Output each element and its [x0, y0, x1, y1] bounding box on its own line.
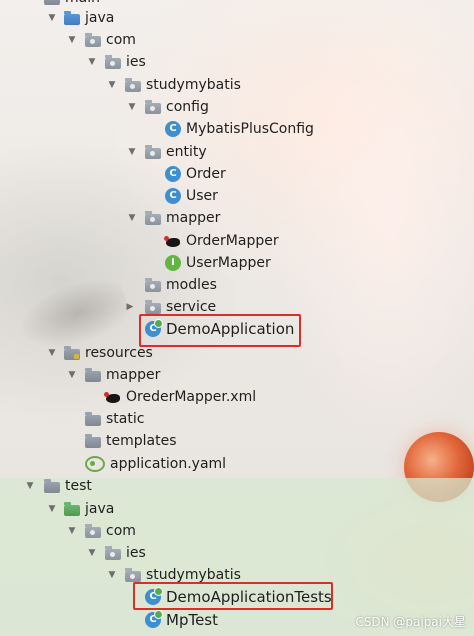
folder-icon [85, 368, 101, 382]
package-icon [145, 100, 161, 114]
tree-node-label: templates [106, 433, 177, 449]
folder-icon [44, 479, 60, 493]
tree-node-label: UserMapper [186, 255, 271, 271]
tree-node-label: entity [166, 144, 207, 160]
tree-node-label: resources [85, 345, 153, 361]
expand-arrow-icon[interactable]: ▼ [106, 569, 118, 581]
tree-node-label: OrederMapper.xml [126, 389, 257, 405]
tree-node-resources[interactable]: resources [64, 342, 153, 364]
tree-node-ordermapper[interactable]: OrderMapper [164, 230, 279, 252]
expand-arrow-icon[interactable]: ▼ [66, 369, 78, 381]
tree-node-label: OrderMapper [186, 233, 279, 249]
folder-icon [85, 412, 101, 426]
mybatis-icon [164, 236, 181, 248]
package-icon [145, 145, 161, 159]
tree-node-mybatisplusconfig[interactable]: C MybatisPlusConfig [165, 118, 314, 140]
highlight-box-demoapplication [139, 314, 301, 347]
tree-node-oredermapper-xml[interactable]: OrederMapper.xml [104, 386, 257, 408]
expand-arrow-icon[interactable]: ▼ [46, 347, 58, 359]
tree-node-label: MybatisPlusConfig [186, 121, 314, 137]
tree-node-com[interactable]: com [85, 29, 136, 51]
expand-arrow-icon[interactable]: ▼ [46, 12, 58, 24]
tree-node-application-yaml[interactable]: application.yaml [85, 453, 226, 475]
tree-node-label: service [166, 299, 217, 315]
tree-node-label: ies [126, 54, 146, 70]
resources-folder-icon [64, 346, 80, 360]
expand-arrow-icon[interactable]: ▼ [126, 101, 138, 113]
tree-node-order[interactable]: C Order [165, 163, 226, 185]
tree-node-label: Order [186, 166, 226, 182]
tree-node-templates[interactable]: templates [85, 430, 177, 452]
package-icon [145, 278, 161, 292]
tree-node-static[interactable]: static [85, 408, 144, 430]
collapse-arrow-icon[interactable]: ▶ [124, 301, 136, 313]
highlight-box-demoapplicationtests [133, 582, 333, 610]
tree-node-label: User [186, 188, 218, 204]
tree-node-usermapper[interactable]: I UserMapper [165, 252, 271, 274]
tree-node-label: main [65, 0, 100, 6]
tree-node-resources-mapper[interactable]: mapper [85, 364, 160, 386]
tree-node-studymybatis[interactable]: studymybatis [125, 74, 241, 96]
tree-node-ies[interactable]: ies [105, 51, 146, 73]
class-icon: C [165, 166, 181, 182]
package-icon [105, 546, 121, 560]
tree-node-label: static [106, 411, 145, 427]
tree-node-label: test [65, 478, 92, 494]
tree-node-label: mapper [166, 210, 221, 226]
tree-node-label: java [85, 10, 115, 26]
expand-arrow-icon[interactable]: ▼ [106, 79, 118, 91]
tree-node-label: com [106, 32, 136, 48]
expand-arrow-icon[interactable]: ▼ [46, 503, 58, 515]
package-icon [125, 568, 141, 582]
package-icon [145, 300, 161, 314]
yaml-icon [85, 456, 105, 472]
test-source-folder-icon [64, 502, 80, 516]
source-folder-icon [64, 11, 80, 25]
class-icon: C [165, 188, 181, 204]
tree-node-mapper[interactable]: mapper [145, 207, 220, 229]
csdn-watermark: CSDN @paipai大星 [355, 615, 466, 629]
tree-node-label: modles [166, 277, 217, 293]
tree-node-test-com[interactable]: com [85, 520, 136, 542]
tree-node-label: com [106, 523, 136, 539]
mybatis-icon [104, 392, 121, 404]
project-tree: main ▼ java ▼ com ▼ ies ▼ studymybatis ▼… [0, 0, 474, 636]
tree-node-config[interactable]: config [145, 96, 209, 118]
tree-node-label: studymybatis [146, 77, 241, 93]
tree-node-modles[interactable]: modles [145, 274, 217, 296]
class-icon: C [165, 121, 181, 137]
package-icon [85, 524, 101, 538]
tree-node-user[interactable]: C User [165, 185, 218, 207]
expand-arrow-icon[interactable]: ▼ [86, 547, 98, 559]
tree-node-mptest[interactable]: C MpTest [145, 609, 218, 631]
expand-arrow-icon[interactable]: ▼ [66, 34, 78, 46]
interface-icon: I [165, 255, 181, 271]
tree-node-label: java [85, 501, 115, 517]
tree-node-test-ies[interactable]: ies [105, 542, 146, 564]
tree-node-label: studymybatis [146, 567, 241, 583]
tree-node-entity[interactable]: entity [145, 141, 207, 163]
tree-node-test[interactable]: test [44, 475, 92, 497]
tree-node-label: MpTest [166, 611, 219, 629]
expand-arrow-icon[interactable]: ▼ [126, 212, 138, 224]
run-badge-icon [154, 610, 163, 619]
folder-icon [44, 0, 60, 5]
tree-node-test-java[interactable]: java [64, 498, 114, 520]
tree-node-label: config [166, 99, 209, 115]
tree-node-label: application.yaml [110, 456, 227, 472]
expand-arrow-icon[interactable]: ▼ [24, 480, 36, 492]
package-icon [125, 78, 141, 92]
expand-arrow-icon[interactable]: ▼ [66, 525, 78, 537]
package-icon [105, 55, 121, 69]
tree-node-java[interactable]: java [64, 7, 114, 29]
expand-arrow-icon[interactable]: ▼ [86, 56, 98, 68]
tree-node-label: mapper [106, 367, 161, 383]
tree-node-label: ies [126, 545, 146, 561]
spring-boot-test-class-icon: C [145, 610, 163, 628]
expand-arrow-icon[interactable]: ▼ [126, 146, 138, 158]
package-icon [85, 33, 101, 47]
package-icon [145, 211, 161, 225]
folder-icon [85, 434, 101, 448]
